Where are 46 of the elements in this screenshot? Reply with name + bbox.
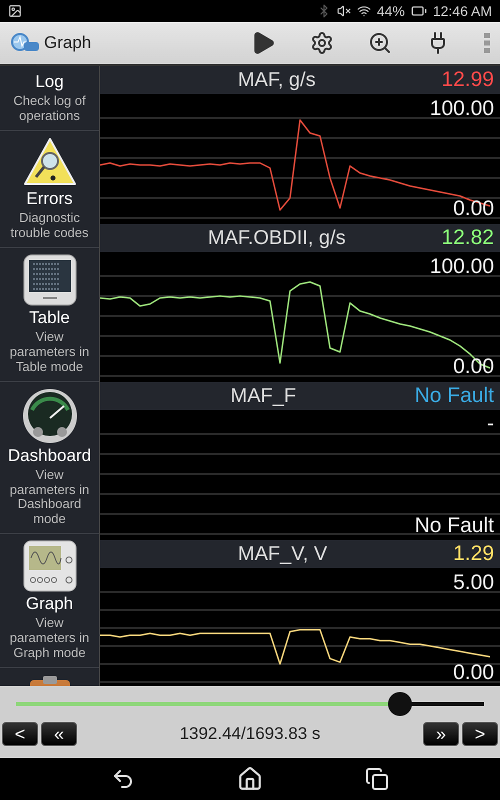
axis-label: 0.00 — [453, 355, 494, 378]
parameter-value: 12.82 — [441, 226, 494, 250]
battery-percent: 44% — [376, 3, 405, 19]
sidebar-item[interactable]: Graph View parameters in Graph mode — [0, 534, 99, 668]
parameter-value: 1.29 — [453, 542, 494, 566]
step-button[interactable]: » — [423, 722, 459, 746]
step-button[interactable]: < — [2, 722, 38, 746]
settings-button[interactable] — [310, 31, 334, 55]
axis-label: No Fault — [414, 514, 494, 538]
car-graph-logo-icon — [10, 32, 40, 54]
clock: 12:46 AM — [432, 3, 492, 19]
sidebar-item[interactable]: Log Check log of operations — [0, 66, 99, 131]
parameter-value: 12.99 — [441, 68, 494, 92]
axis-label: 5.00 — [453, 571, 494, 594]
parameter-name: MAF.OBDII, g/s — [206, 226, 347, 250]
sidebar-item[interactable]: Errors Diagnostic trouble codes — [0, 130, 99, 248]
axis-label: 100.00 — [430, 255, 494, 278]
step-button[interactable]: « — [41, 722, 77, 746]
mute-icon — [336, 4, 351, 18]
settings-icon — [310, 31, 334, 55]
parameter-name: MAF_F — [230, 384, 298, 408]
axis-label: 0.00 — [453, 197, 494, 220]
monitor-table-icon — [22, 254, 76, 306]
gauge-icon — [22, 388, 78, 444]
parameter-value: No Fault — [414, 384, 494, 408]
sidebar-item[interactable]: Dashboard View parameters in Dashboard mode — [0, 382, 99, 534]
home-icon[interactable] — [237, 766, 263, 792]
parameter-name: MAF, g/s — [236, 68, 317, 92]
zoom-in-button[interactable] — [368, 31, 392, 55]
axis-label: 100.00 — [430, 97, 494, 120]
step-button[interactable]: > — [462, 722, 498, 746]
warning-magnifier-icon — [22, 136, 76, 187]
sidebar-item[interactable]: Table View parameters in Table mode — [0, 248, 99, 382]
axis-label: - — [487, 412, 494, 436]
recent-apps-icon[interactable] — [365, 767, 389, 791]
picture-notification-icon — [8, 4, 22, 18]
slider-thumb[interactable] — [388, 692, 412, 716]
axis-label: 0.00 — [453, 661, 494, 684]
time-position: 1392.44/1693.83 s — [178, 724, 322, 744]
wifi-icon — [356, 4, 371, 18]
back-icon[interactable] — [111, 767, 135, 791]
parameter-name: MAF_V, V — [236, 542, 328, 566]
oscilloscope-icon — [22, 540, 76, 592]
screen-title: Graph — [44, 33, 92, 53]
zoom-in-icon — [368, 31, 392, 55]
menu-icon — [484, 33, 490, 53]
